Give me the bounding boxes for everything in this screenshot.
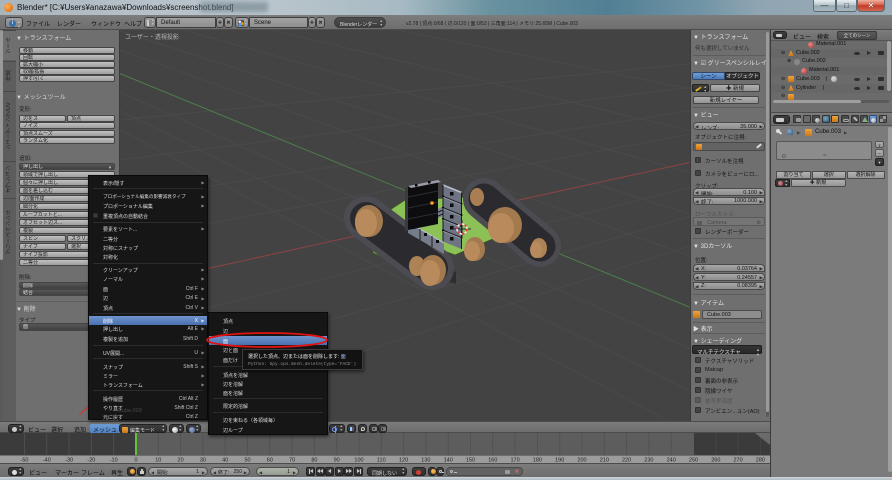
svg-text:ユーザー・透視投影: ユーザー・透視投影 — [125, 33, 179, 41]
